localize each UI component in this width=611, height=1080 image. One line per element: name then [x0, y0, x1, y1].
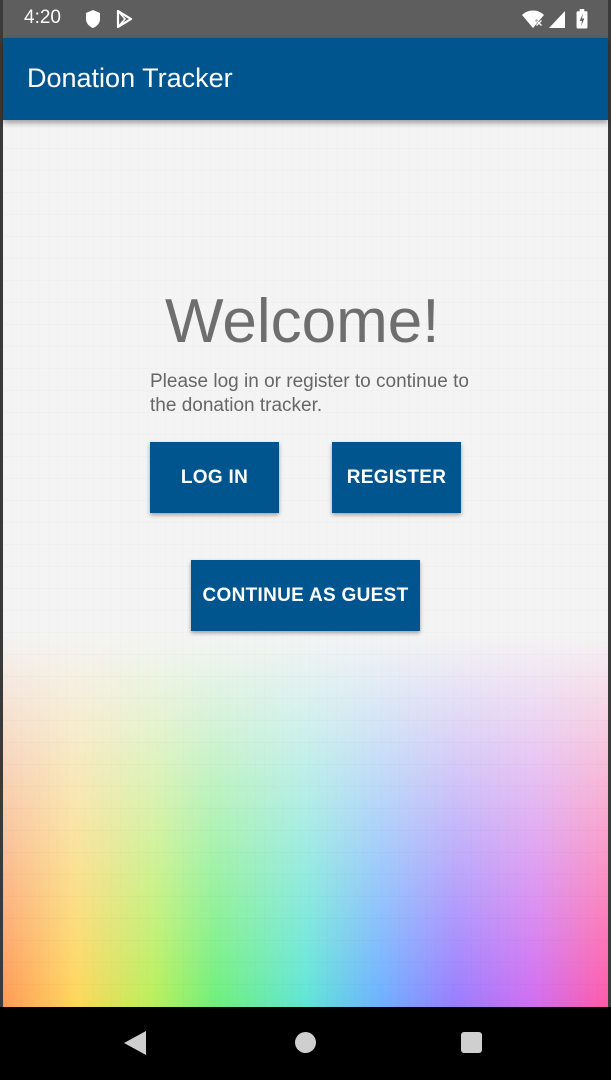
recents-icon[interactable] [461, 1032, 482, 1053]
welcome-heading: Welcome! [165, 287, 440, 356]
device-screen: 4:20 Donation Tracker Welcome! Please lo… [0, 0, 611, 1080]
welcome-screen: Welcome! Please log in or register to co… [3, 120, 608, 1007]
status-time: 4:20 [24, 7, 61, 28]
app-title: Donation Tracker [27, 63, 233, 93]
home-icon[interactable] [295, 1032, 316, 1053]
signal-icon [549, 11, 565, 28]
navigation-bar [0, 1007, 611, 1080]
battery-icon [576, 9, 588, 29]
status-bar: 4:20 [3, 0, 608, 38]
welcome-message: Please log in or register to continue to… [150, 371, 469, 416]
back-icon[interactable] [124, 1031, 146, 1055]
shield-icon [86, 10, 100, 28]
play-store-icon [116, 9, 133, 29]
log-in-button[interactable]: LOG IN [150, 442, 279, 513]
app-bar: Donation Tracker [3, 38, 608, 120]
wifi-icon [522, 10, 544, 28]
continue-as-guest-button[interactable]: CONTINUE AS GUEST [191, 560, 420, 631]
register-button[interactable]: REGISTER [332, 442, 461, 513]
